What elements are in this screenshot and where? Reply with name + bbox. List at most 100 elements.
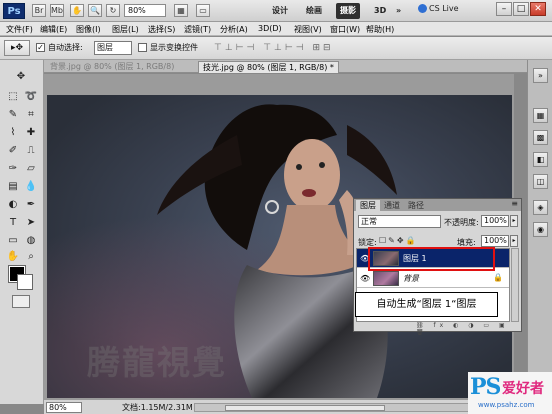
menu-image[interactable]: 图像(I) xyxy=(76,24,101,35)
layer-lock-icon: 🔒 xyxy=(493,273,503,282)
highlight-box xyxy=(368,247,495,271)
auto-select-checkbox[interactable]: ✓ xyxy=(36,43,45,52)
application-bar: Ps Br Mb ✋ 🔍 ↻ 80% ▦ ▭ 设计 绘画 摄影 3D » CS … xyxy=(0,0,552,22)
menu-filter[interactable]: 滤镜(T) xyxy=(184,24,211,35)
layers-panel-icon[interactable]: ◈ xyxy=(533,200,548,215)
gradient-tool-icon[interactable]: ▤ xyxy=(6,180,20,194)
cs-live-icon xyxy=(418,4,427,13)
background-color-swatch[interactable] xyxy=(17,274,33,290)
color-panel-icon[interactable]: ▦ xyxy=(533,108,548,123)
scrollbar-thumb[interactable] xyxy=(225,405,385,411)
menu-file[interactable]: 文件(F) xyxy=(6,24,33,35)
dodge-tool-icon[interactable]: ◐ xyxy=(6,198,20,212)
workspace-design[interactable]: 设计 xyxy=(268,3,292,19)
menu-help[interactable]: 帮助(H) xyxy=(366,24,394,35)
opacity-field[interactable]: 100% xyxy=(481,215,509,227)
hand-tool-icon[interactable]: ✋ xyxy=(6,250,20,264)
lasso-tool-icon[interactable]: ➰ xyxy=(24,90,38,104)
adjustments-panel-icon[interactable]: ◧ xyxy=(533,152,548,167)
opacity-arrow-icon[interactable]: ▸ xyxy=(510,215,518,227)
canvas-watermark: 腾龍視覺 xyxy=(87,343,227,382)
masks-panel-icon[interactable]: ◫ xyxy=(533,174,548,189)
tab-channels[interactable]: 通道 xyxy=(380,200,404,211)
swatches-panel-icon[interactable]: ▩ xyxy=(533,130,548,145)
brush-tool-icon[interactable]: ✐ xyxy=(6,144,20,158)
annotation-callout: 自动生成“图层 1“图层 xyxy=(355,292,498,317)
hand-icon[interactable]: ✋ xyxy=(70,4,84,17)
history-brush-tool-icon[interactable]: ✑ xyxy=(6,162,20,176)
panel-menu-icon[interactable]: ≡ xyxy=(511,199,518,208)
workspace-more-icon[interactable]: » xyxy=(392,3,405,19)
menu-3d[interactable]: 3D(D) xyxy=(258,24,282,33)
zoom-icon[interactable]: 🔍 xyxy=(88,4,102,17)
menu-view[interactable]: 视图(V) xyxy=(294,24,322,35)
status-zoom-field[interactable]: 80% xyxy=(46,402,82,413)
tab-document-active[interactable]: 技光.jpg @ 80% (图层 1, RGB/8) * xyxy=(198,61,339,73)
badge-title: 爱好者 xyxy=(502,381,544,397)
eraser-tool-icon[interactable]: ▱ xyxy=(24,162,38,176)
maximize-icon[interactable]: □ xyxy=(513,2,529,16)
marquee-tool-icon[interactable]: ⬚ xyxy=(6,90,20,104)
3d-rotate-tool-icon[interactable]: ◍ xyxy=(24,234,38,248)
menu-window[interactable]: 窗口(W) xyxy=(330,24,360,35)
document-size-info[interactable]: 文档:1.15M/2.31M xyxy=(122,402,193,413)
align-distribute-icons[interactable]: ⊤⊥⊢⊣ ⊤⊥⊢⊣ ⊞⊟ xyxy=(214,43,334,53)
options-bar: ▸✥ ✓ 自动选择: 图层 显示变换控件 ⊤⊥⊢⊣ ⊤⊥⊢⊣ ⊞⊟ xyxy=(0,37,552,60)
badge-url: www.psahz.com xyxy=(478,401,535,409)
menu-layer[interactable]: 图层(L) xyxy=(112,24,139,35)
move-tool-icon[interactable]: ✥ xyxy=(14,70,28,84)
layers-footer-icons[interactable]: ⛓ fx ◐ ◑ ▭ ▣ 🗑 xyxy=(356,322,519,336)
fill-field[interactable]: 100% xyxy=(481,235,509,247)
type-tool-icon[interactable]: T xyxy=(6,216,20,230)
channels-panel-icon[interactable]: ◉ xyxy=(533,222,548,237)
menu-edit[interactable]: 编辑(E) xyxy=(40,24,67,35)
visibility-eye-icon[interactable]: 👁 xyxy=(360,274,370,283)
quick-mask-button[interactable] xyxy=(12,295,30,308)
show-transform-label: 显示变换控件 xyxy=(150,43,198,52)
photoshop-logo: Ps xyxy=(3,3,25,19)
blur-tool-icon[interactable]: 💧 xyxy=(24,180,38,194)
shape-tool-icon[interactable]: ▭ xyxy=(6,234,20,248)
workspace-painting[interactable]: 绘画 xyxy=(302,3,326,19)
blend-mode-select[interactable]: 正常 xyxy=(358,215,441,228)
tab-document-background[interactable]: 背景.jpg @ 80% (图层 1, RGB/8) xyxy=(46,61,178,73)
workspace-3d[interactable]: 3D xyxy=(370,3,390,19)
menu-select[interactable]: 选择(S) xyxy=(148,24,175,35)
arrange-documents-icon[interactable]: ▦ xyxy=(174,4,188,17)
tools-panel: ✥ ⬚ ➰ ✎ ⌗ ⌇ ✚ ✐ ⎍ ✑ ▱ ▤ 💧 ◐ ✒ T ➤ ▭ ◍ ✋ … xyxy=(0,60,44,404)
tab-layers[interactable]: 图层 xyxy=(356,200,380,211)
horizontal-scrollbar[interactable] xyxy=(194,403,494,412)
fill-arrow-icon[interactable]: ▸ xyxy=(510,235,518,247)
screen-mode-icon[interactable]: ▭ xyxy=(196,4,210,17)
cs-live-button[interactable]: CS Live xyxy=(418,4,459,13)
pen-tool-icon[interactable]: ✒ xyxy=(24,198,38,212)
show-transform-checkbox[interactable] xyxy=(138,43,147,52)
path-select-tool-icon[interactable]: ➤ xyxy=(24,216,38,230)
cs-live-label: CS Live xyxy=(429,4,459,13)
workspace-photography[interactable]: 摄影 xyxy=(336,3,360,19)
layers-scrollbar[interactable] xyxy=(511,248,519,322)
collapse-dock-icon[interactable]: » xyxy=(533,68,548,83)
lock-options-icons[interactable]: ☐✎✥🔒 xyxy=(379,236,418,245)
opacity-label: 不透明度: xyxy=(444,218,479,227)
tab-paths[interactable]: 路径 xyxy=(404,200,428,211)
menu-analysis[interactable]: 分析(A) xyxy=(220,24,248,35)
quick-select-tool-icon[interactable]: ✎ xyxy=(6,108,20,122)
mini-bridge-icon[interactable]: Mb xyxy=(50,4,64,17)
badge-logo: PS xyxy=(470,374,501,400)
bridge-icon[interactable]: Br xyxy=(32,4,46,17)
eyedropper-tool-icon[interactable]: ⌇ xyxy=(6,126,20,140)
zoom-level-select[interactable]: 80% xyxy=(124,4,166,17)
clone-stamp-tool-icon[interactable]: ⎍ xyxy=(24,144,38,158)
layer-thumbnail xyxy=(373,271,399,286)
layer-row-background[interactable]: 👁 背景 🔒 xyxy=(357,269,509,288)
auto-select-dropdown[interactable]: 图层 xyxy=(94,41,132,55)
rotate-view-icon[interactable]: ↻ xyxy=(106,4,120,17)
healing-tool-icon[interactable]: ✚ xyxy=(24,126,38,140)
zoom-tool-icon[interactable]: ⌕ xyxy=(24,250,38,264)
minimize-icon[interactable]: – xyxy=(496,2,512,16)
layer-name: 背景 xyxy=(403,274,419,283)
close-icon[interactable]: ✕ xyxy=(530,2,546,16)
tool-preset-picker[interactable]: ▸✥ xyxy=(4,40,30,56)
crop-tool-icon[interactable]: ⌗ xyxy=(24,108,38,122)
